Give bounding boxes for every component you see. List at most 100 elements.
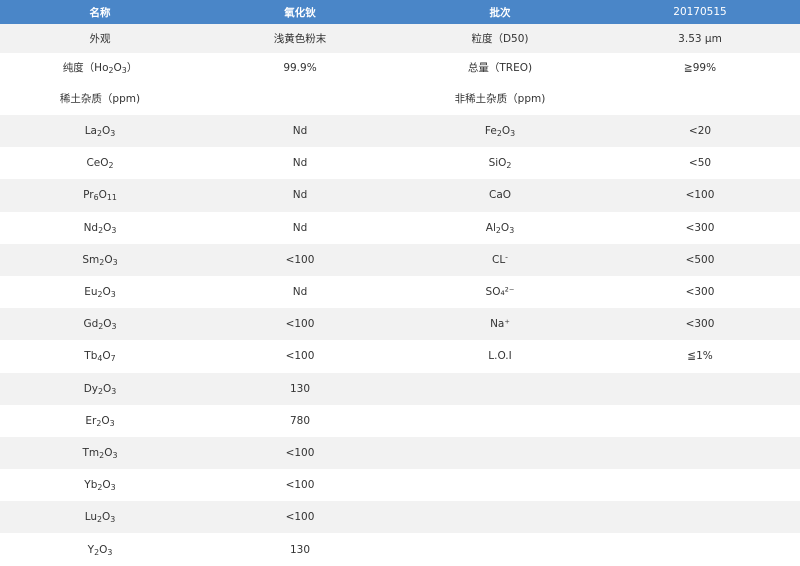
- re-impurities-heading: 稀土杂质（ppm): [59, 93, 141, 105]
- formula-part: 3: [510, 129, 516, 139]
- re-value: Nd: [292, 286, 308, 299]
- formula-part: SO₄²⁻: [485, 286, 515, 299]
- re-value: <100: [285, 253, 315, 266]
- formula-part: O: [102, 286, 111, 299]
- particle-size-label: 粒度（D50): [471, 33, 529, 45]
- purity-label-mid: O: [113, 62, 122, 74]
- purity-label: 纯度（Ho2O3）: [0, 53, 200, 82]
- formula-part: -: [505, 252, 509, 262]
- non-re-compound: L.O.I: [400, 340, 600, 372]
- formula-part: Fe: [484, 125, 497, 138]
- re-compound: Eu2O3: [0, 276, 200, 308]
- re-value: Nd: [292, 157, 308, 170]
- non-re-value: <50: [688, 157, 712, 170]
- formula-part: CaO: [488, 189, 512, 202]
- non-re-compound: Na⁺: [400, 308, 600, 340]
- formula-part: 11: [106, 193, 117, 203]
- formula-part: Nd: [83, 221, 99, 234]
- re-value: <100: [285, 511, 315, 524]
- impurity-row: La2O3 Nd Fe2O3 <20: [0, 115, 800, 148]
- impurity-row: Pr6O11 Nd CaO <100: [0, 179, 800, 212]
- formula-part: O: [98, 189, 107, 202]
- non-re-value: <100: [685, 189, 715, 202]
- batch-value: 20170515: [600, 0, 800, 24]
- re-compound: Er2O3: [0, 405, 200, 437]
- formula-part: Al: [485, 221, 496, 234]
- formula-part: O: [501, 125, 511, 138]
- impurity-row: Er2O3 780: [0, 405, 800, 437]
- re-value: <100: [285, 318, 315, 331]
- formula-part: 3: [111, 386, 117, 396]
- re-compound: Yb2O3: [0, 469, 200, 501]
- non-re-value: <300: [685, 221, 715, 234]
- formula-part: L.O.I: [488, 350, 512, 363]
- formula-part: 3: [111, 225, 117, 235]
- re-compound: Dy2O3: [0, 373, 200, 405]
- formula-part: 3: [110, 483, 116, 493]
- formula-part: 3: [110, 129, 116, 139]
- formula-part: Tb: [84, 350, 98, 363]
- formula-part: Na⁺: [490, 318, 510, 331]
- formula-part: Dy: [83, 382, 98, 395]
- particle-size-value: 3.53 μm: [678, 32, 722, 45]
- re-value: Nd: [292, 189, 308, 202]
- re-compound: Tb4O7: [0, 340, 200, 372]
- batch-label: 批次: [400, 0, 600, 24]
- impurity-row: Nd2O3 Nd Al2O3 <300: [0, 212, 800, 244]
- non-re-compound: Al2O3: [400, 212, 600, 244]
- purity-label-pre: 纯度（Ho: [62, 62, 109, 74]
- product-name: 氧化钬: [200, 0, 400, 24]
- re-compound: Tm2O3: [0, 437, 200, 469]
- impurity-row: CeO2 Nd SiO 2 <50: [0, 147, 800, 179]
- re-compound: Gd2O3: [0, 308, 200, 340]
- non-re-value: <500: [685, 253, 715, 266]
- non-re-impurities-heading: 非稀土杂质（ppm): [454, 93, 546, 105]
- formula-part: Eu: [84, 286, 98, 299]
- section-header-row: 稀土杂质（ppm) 非稀土杂质（ppm): [0, 82, 800, 115]
- name-label: 名称: [0, 0, 200, 24]
- purity-label-post: ）: [126, 62, 138, 74]
- formula-part: 3: [111, 322, 117, 332]
- formula-part: Lu: [84, 511, 98, 524]
- formula-part: 2: [108, 161, 114, 171]
- re-value: 780: [289, 414, 311, 427]
- re-value: 130: [289, 543, 311, 556]
- non-re-compound: SO₄²⁻: [400, 276, 600, 308]
- spec-table: 名称 氧化钬 批次 20170515 外观 浅黄色粉末 粒度（D50) 3.53…: [0, 0, 800, 566]
- formula-part: Tm: [82, 446, 100, 459]
- formula-part: Gd: [83, 318, 99, 331]
- re-compound: CeO2: [0, 147, 200, 179]
- formula-part: Sm: [82, 253, 100, 266]
- formula-part: Pr: [83, 189, 94, 202]
- formula-part: O: [500, 221, 510, 234]
- impurity-row: Eu2O3 Nd SO₄²⁻ <300: [0, 276, 800, 308]
- impurity-row: Yb2O3 <100: [0, 469, 800, 501]
- formula-part: La: [84, 125, 97, 138]
- impurity-row: Tm2O3 <100: [0, 436, 800, 470]
- re-value: <100: [285, 350, 315, 363]
- non-re-value: <300: [685, 318, 715, 331]
- formula-part: O: [104, 253, 113, 266]
- re-value: Nd: [292, 125, 308, 138]
- non-re-compound: Fe2O3: [400, 115, 600, 147]
- formula-part: CL: [491, 253, 506, 266]
- formula-part: SiO: [488, 157, 507, 170]
- appearance-label: 外观: [89, 33, 111, 45]
- treo-label: 总量（TREO): [467, 62, 533, 74]
- formula-part: O: [103, 318, 112, 331]
- formula-part: 3: [110, 290, 116, 299]
- formula-part: O: [102, 350, 111, 363]
- impurity-row: Y2O3 130: [0, 533, 800, 565]
- impurity-row: Gd2O3 <100 Na⁺ <300: [0, 308, 800, 341]
- re-compound: Sm2O3: [0, 244, 200, 276]
- impurity-row: Lu2O3 <100: [0, 501, 800, 534]
- header-row: 名称 氧化钬 批次 20170515: [0, 0, 800, 24]
- formula-part: CeO: [86, 157, 109, 170]
- non-re-value: <20: [688, 125, 712, 138]
- formula-part: 3: [109, 418, 115, 428]
- non-re-value: <300: [685, 286, 715, 299]
- re-compound: Pr6O11: [0, 179, 200, 211]
- appearance-value: 浅黄色粉末: [273, 33, 327, 45]
- formula-part: 7: [110, 354, 116, 364]
- re-value: 130: [289, 382, 311, 395]
